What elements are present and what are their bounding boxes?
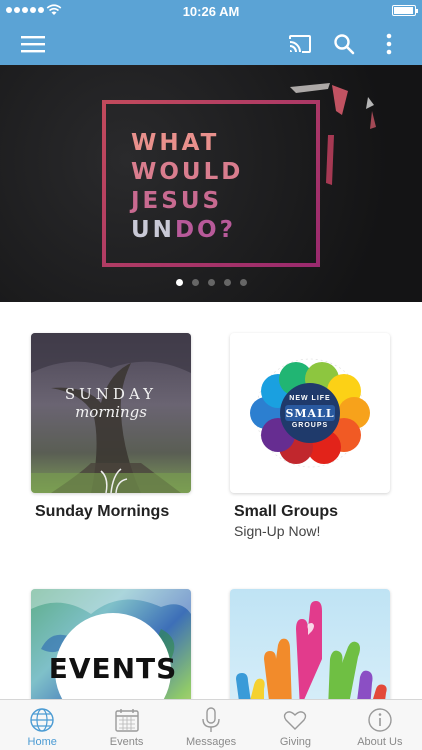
carousel-dot[interactable] [191, 279, 199, 286]
tab-about-us-label: About Us [357, 736, 403, 748]
globe-icon [30, 708, 54, 732]
carousel-dot[interactable] [239, 279, 247, 286]
tab-messages[interactable]: Messages [169, 700, 253, 750]
tab-giving[interactable]: Giving [253, 700, 337, 750]
hero-title-line-3: JESUS [131, 188, 223, 214]
heart-icon [284, 711, 307, 730]
cast-icon [289, 35, 311, 53]
thumb-text-small: SMALL [285, 407, 335, 420]
hero-title-line-2: WOULD [131, 159, 244, 185]
tab-events-label: Events [109, 736, 144, 748]
thumb-text-sunday: SUNDAY [64, 385, 158, 403]
status-time: 10:26 AM [182, 4, 240, 19]
hero-title-line-4-b: DO? [174, 217, 236, 243]
carousel-dot[interactable] [223, 279, 231, 286]
card-title: Small Groups [234, 503, 339, 520]
status-bar: 10:26 AM [0, 0, 422, 22]
thumb-text-new-life: NEW LIFE [289, 395, 331, 402]
tab-messages-label: Messages [185, 736, 237, 748]
card-title: Sunday Mornings [35, 503, 170, 520]
more-vertical-icon [386, 33, 392, 55]
hero-title-line-4: UNDO? [131, 216, 311, 245]
tab-home-label: Home [27, 736, 57, 748]
tab-giving-label: Giving [279, 736, 312, 748]
tab-about-us[interactable]: About Us [338, 700, 422, 750]
nav-bar [0, 22, 422, 65]
search-icon [334, 34, 355, 55]
cast-button[interactable] [286, 30, 314, 58]
thumb-text-events: EVENTS [48, 652, 178, 685]
carousel-pagination [0, 279, 422, 286]
card-sunday-mornings[interactable]: SUNDAY mornings Sunday Mornings [31, 333, 191, 521]
hamburger-icon [21, 36, 45, 53]
hero-title-line-1: WHAT [131, 130, 220, 156]
battery-icon [392, 5, 418, 16]
hero-title: WHAT WOULD JESUS UNDO? [131, 129, 311, 245]
thumb-text-groups: GROUPS [291, 422, 329, 429]
carousel-dot[interactable] [175, 279, 183, 286]
tab-events[interactable]: Events [84, 700, 168, 750]
card-thumbnail: SUNDAY mornings [31, 333, 191, 493]
hero-carousel[interactable]: WHAT WOULD JESUS UNDO? [0, 65, 422, 302]
card-small-groups[interactable]: NEW LIFE SMALL GROUPS Small Groups Sign-… [230, 333, 390, 539]
tab-home[interactable]: Home [0, 700, 84, 750]
calendar-icon [114, 709, 139, 732]
carousel-dot[interactable] [207, 279, 215, 286]
thumb-text-mornings: mornings [75, 403, 147, 421]
info-icon [368, 708, 392, 732]
tab-bar: Home Events Messages Giving About Us [0, 699, 422, 750]
search-button[interactable] [330, 30, 358, 58]
card-subtitle: Sign-Up Now! [234, 523, 321, 539]
card-thumbnail: NEW LIFE SMALL GROUPS [230, 333, 390, 493]
microphone-icon [202, 707, 220, 732]
more-options-button[interactable] [375, 30, 403, 58]
hero-title-line-4-a: UN [131, 217, 175, 243]
menu-button[interactable] [19, 30, 47, 58]
